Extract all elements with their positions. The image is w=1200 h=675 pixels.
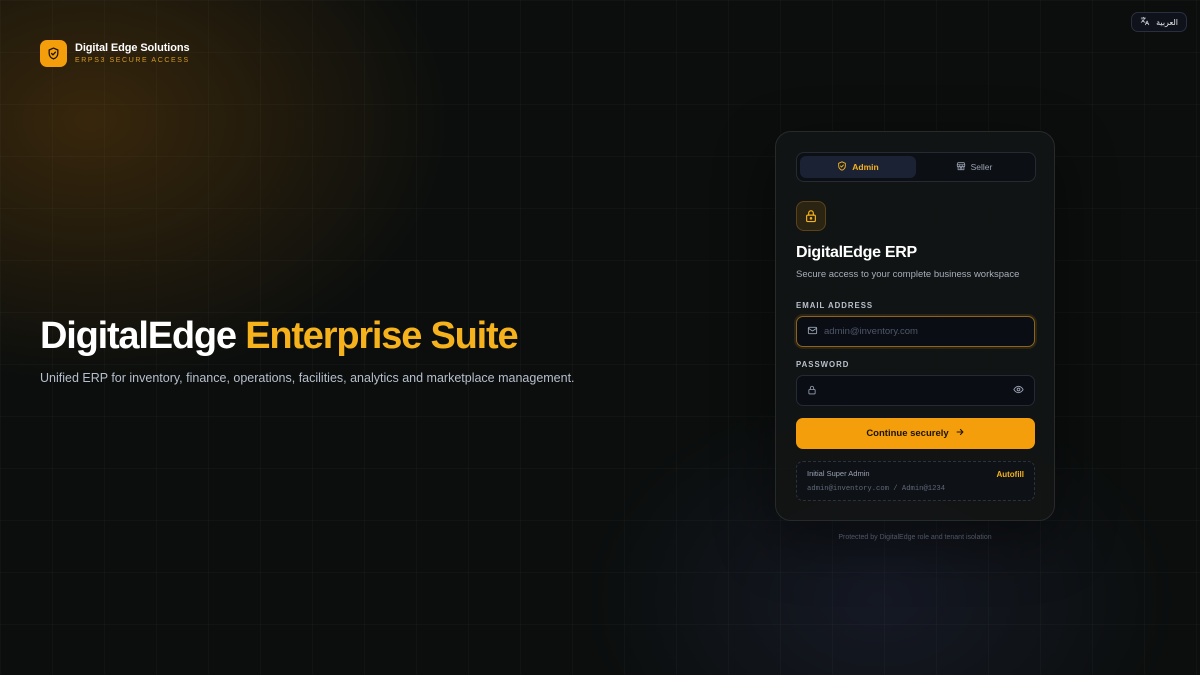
card-title: DigitalEdge ERP	[796, 244, 917, 261]
email-field-wrapper	[796, 316, 1035, 347]
translate-icon	[1140, 16, 1150, 28]
hero-title-brand: DigitalEdge	[40, 315, 237, 357]
brand-subtitle: ERPS3 SECURE ACCESS	[75, 57, 190, 64]
eye-icon[interactable]	[1013, 382, 1024, 400]
hero-title-highlight: Enterprise Suite	[245, 315, 518, 357]
tab-admin[interactable]: Admin	[800, 156, 916, 178]
lock-icon	[796, 201, 826, 231]
arrow-right-icon	[955, 427, 965, 440]
tab-seller[interactable]: Seller	[916, 156, 1032, 178]
tab-seller-label: Seller	[970, 162, 993, 172]
footer-note: Protected by DigitalEdge role and tenant…	[838, 534, 992, 541]
store-icon	[956, 161, 966, 173]
hint-title: Initial Super Admin	[807, 469, 870, 478]
hint-credentials: admin@inventory.com / Admin@1234	[807, 485, 946, 493]
login-card: Admin Seller DigitalEdge ERP Secure acce…	[775, 131, 1055, 521]
continue-label: Continue securely	[866, 428, 949, 439]
autofill-button[interactable]: Autofill	[996, 470, 1024, 479]
tab-admin-label: Admin	[852, 162, 879, 172]
role-tabs: Admin Seller	[796, 152, 1036, 182]
language-label: العربية	[1156, 17, 1178, 27]
shield-icon	[837, 161, 847, 173]
lock-icon	[807, 382, 817, 400]
password-input[interactable]	[825, 385, 1013, 396]
brand-name: Digital Edge Solutions	[75, 42, 190, 54]
hero-title: DigitalEdge Enterprise Suite	[40, 312, 519, 360]
mail-icon	[807, 323, 818, 341]
brand: Digital Edge Solutions ERPS3 SECURE ACCE…	[40, 40, 190, 67]
email-input[interactable]	[824, 326, 1024, 337]
language-toggle-button[interactable]: العربية	[1131, 12, 1187, 32]
hero-description: Unified ERP for inventory, finance, oper…	[40, 371, 575, 385]
shield-icon	[40, 40, 67, 67]
email-label: EMAIL ADDRESS	[796, 301, 874, 310]
password-label: PASSWORD	[796, 360, 850, 369]
card-subtitle: Secure access to your complete business …	[796, 269, 1020, 280]
password-field-wrapper	[796, 375, 1035, 406]
initial-admin-hint: Initial Super Admin Autofill admin@inven…	[796, 461, 1035, 501]
continue-securely-button[interactable]: Continue securely	[796, 418, 1035, 449]
